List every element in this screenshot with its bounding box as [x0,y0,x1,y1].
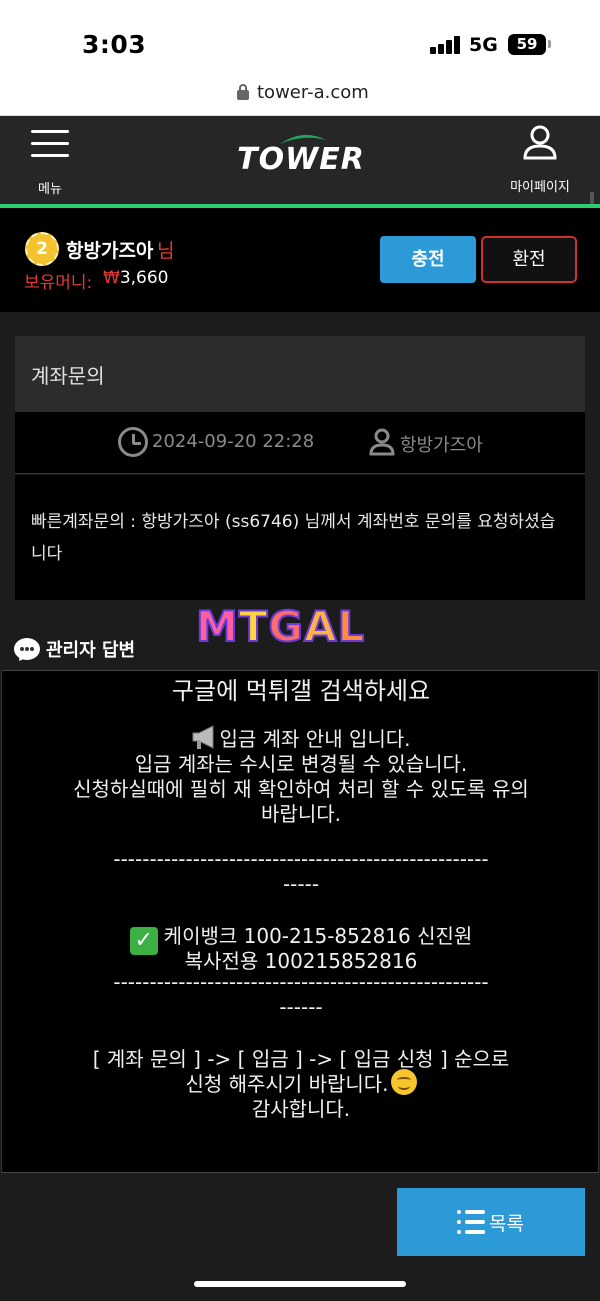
author-icon [369,428,395,456]
reply-line: 구글에 먹튀갤 검색하세요 [171,677,431,705]
post-date: 2024-09-20 22:28 [152,431,315,452]
reply-line: 바랍니다. [261,802,341,826]
username: 항방가즈아 [66,240,154,262]
list-button[interactable]: 목록 [397,1188,585,1256]
divider-line: ----------------------------------------… [113,847,489,871]
lock-icon [237,84,249,100]
status-bar: 3:03 5G 59 [0,0,600,72]
user-icon [523,125,557,160]
user-info-bar: 2 항방가즈아 님 보유머니: ₩3,660 충전 환전 [0,208,600,312]
logo-text: TOWER [237,142,365,177]
money-label: 보유머니: [24,273,93,293]
post-title: 계좌문의 [15,336,585,412]
admin-reply-title: 관리자 답변 [46,640,136,661]
chat-bubble-icon [14,638,40,660]
currency-symbol: ₩ [103,268,120,288]
address-bar[interactable]: tower-a.com [0,72,600,116]
url-text: tower-a.com [257,82,369,103]
site-header: 메뉴 TOWER 마이페이지 [0,116,600,204]
divider-line: ----- [282,872,320,896]
money-value: ₩3,660 [103,268,168,288]
network-type: 5G [469,34,498,56]
battery-icon: 59 [508,34,546,55]
signal-icon [430,36,462,54]
smile-icon [390,1069,417,1095]
reply-line: 감사합니다. [251,1097,351,1121]
exchange-button[interactable]: 환전 [481,236,577,283]
tower-logo[interactable]: TOWER [236,132,366,188]
hamburger-icon [31,130,69,158]
list-icon [457,1210,485,1234]
money-amount: 3,660 [119,268,169,288]
battery-tip [548,40,551,48]
level-badge: 2 [25,232,59,266]
mypage-button[interactable]: 마이페이지 [500,124,580,198]
home-indicator[interactable] [194,1281,406,1287]
menu-button[interactable]: 메뉴 [22,126,78,198]
megaphone-icon [192,725,214,749]
clock-icon [118,427,148,457]
list-button-label: 목록 [489,1213,524,1235]
mypage-label: 마이페이지 [510,180,570,195]
charge-button[interactable]: 충전 [380,236,476,283]
post-meta: 2024-09-20 22:28 항방가즈아 [15,412,585,474]
watermark-logo: MTGAL [195,601,366,652]
admin-reply-box: 구글에 먹튀갤 검색하세요 입금 계좌 안내 입니다. 입금 계좌는 수시로 변… [1,670,599,1173]
divider-line: ------ [279,995,323,1019]
menu-label: 메뉴 [38,182,62,197]
status-time: 3:03 [82,30,147,59]
post-author: 항방가즈아 [400,435,483,456]
username-suffix: 님 [157,240,175,262]
post-body: 빠른계좌문의 : 항방가즈아 (ss6746) 님께서 계좌번호 문의를 요청하… [15,475,585,600]
divider-line: ----------------------------------------… [113,970,489,994]
